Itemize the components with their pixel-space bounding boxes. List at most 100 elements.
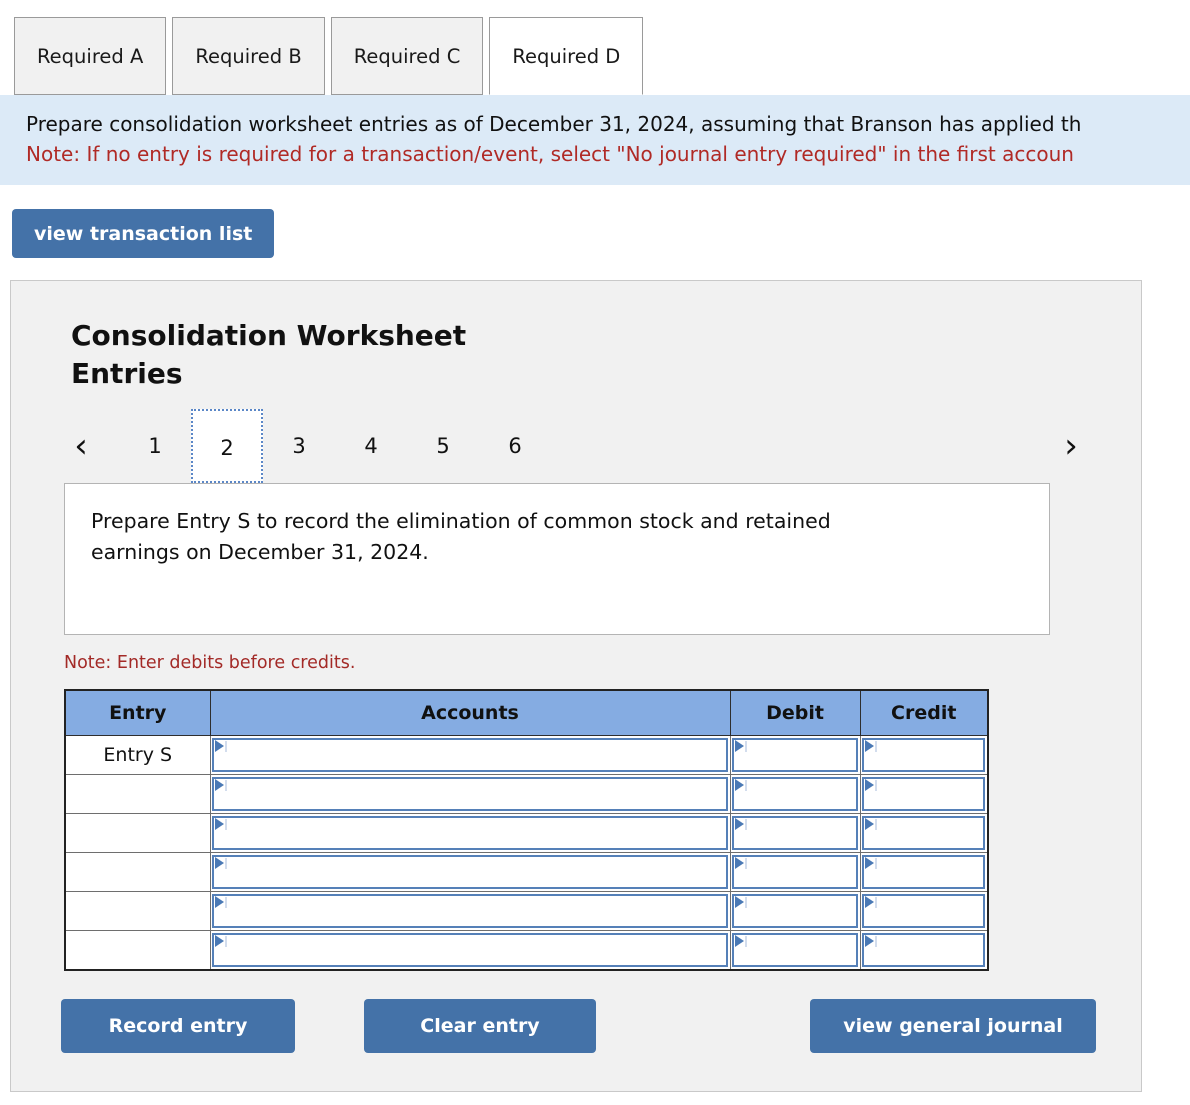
debit-input[interactable] bbox=[731, 815, 858, 850]
table-row bbox=[64, 774, 989, 814]
pager-page-6[interactable]: 6 bbox=[479, 407, 551, 485]
table-header-row: Entry Accounts Debit Credit bbox=[64, 689, 989, 736]
debit-cell bbox=[729, 852, 861, 892]
tab-label: Required A bbox=[37, 44, 144, 68]
tab-required-b[interactable]: Required B bbox=[172, 17, 325, 95]
accounts-cell bbox=[209, 930, 731, 971]
credit-cell bbox=[859, 852, 989, 892]
accounts-cell bbox=[209, 735, 731, 775]
debit-input[interactable] bbox=[731, 854, 858, 889]
entry-label-cell bbox=[64, 813, 211, 853]
accounts-cell bbox=[209, 852, 731, 892]
caret-stem bbox=[744, 896, 747, 908]
banner-instruction-text: Prepare consolidation worksheet entries … bbox=[26, 112, 1082, 136]
entry-label-cell bbox=[64, 930, 211, 971]
credit-cell bbox=[859, 891, 989, 931]
credit-input[interactable] bbox=[861, 932, 985, 967]
caret-right-icon bbox=[214, 934, 224, 947]
caret-right-icon bbox=[734, 778, 744, 791]
caret-right-icon bbox=[214, 817, 224, 830]
caret-stem bbox=[224, 857, 227, 869]
caret-right-icon bbox=[214, 856, 224, 869]
accounts-select[interactable] bbox=[211, 932, 728, 967]
accounts-cell bbox=[209, 774, 731, 814]
debit-cell bbox=[729, 930, 861, 971]
credit-input[interactable] bbox=[861, 815, 985, 850]
credit-cell bbox=[859, 930, 989, 971]
table-row bbox=[64, 891, 989, 931]
tab-required-a[interactable]: Required A bbox=[14, 17, 167, 95]
debit-input[interactable] bbox=[731, 776, 858, 811]
caret-right-icon bbox=[214, 778, 224, 791]
view-general-journal-button[interactable]: view general journal bbox=[810, 999, 1096, 1053]
accounts-select[interactable] bbox=[211, 776, 728, 811]
caret-stem bbox=[224, 935, 227, 947]
debit-input[interactable] bbox=[731, 893, 858, 928]
debit-input[interactable] bbox=[731, 932, 858, 967]
credit-input[interactable] bbox=[861, 854, 985, 889]
caret-stem bbox=[744, 935, 747, 947]
debit-cell bbox=[729, 774, 861, 814]
accounts-select[interactable] bbox=[211, 737, 728, 772]
entry-instruction-text: Prepare Entry S to record the eliminatio… bbox=[91, 509, 831, 564]
chevron-right-icon[interactable]: › bbox=[1051, 429, 1091, 463]
view-transaction-list-button[interactable]: view transaction list bbox=[12, 209, 275, 258]
accounts-select[interactable] bbox=[211, 854, 728, 889]
pager-page-5[interactable]: 5 bbox=[407, 407, 479, 485]
instruction-banner: Prepare consolidation worksheet entries … bbox=[0, 95, 1190, 185]
entry-instruction-box: Prepare Entry S to record the eliminatio… bbox=[64, 483, 1050, 635]
caret-right-icon bbox=[864, 778, 874, 791]
caret-right-icon bbox=[734, 739, 744, 752]
caret-stem bbox=[224, 818, 227, 830]
table-row bbox=[64, 852, 989, 892]
entry-label-cell bbox=[64, 891, 211, 931]
column-header-credit: Credit bbox=[859, 689, 989, 736]
journal-entry-table: Entry Accounts Debit Credit Entry S bbox=[64, 689, 989, 971]
credit-cell bbox=[859, 735, 989, 775]
caret-right-icon bbox=[864, 934, 874, 947]
accounts-select[interactable] bbox=[211, 893, 728, 928]
caret-stem bbox=[744, 857, 747, 869]
credit-cell bbox=[859, 774, 989, 814]
accounts-select[interactable] bbox=[211, 815, 728, 850]
pager-page-1[interactable]: 1 bbox=[119, 407, 191, 485]
caret-right-icon bbox=[864, 739, 874, 752]
pager-page-4[interactable]: 4 bbox=[335, 407, 407, 485]
caret-stem bbox=[744, 779, 747, 791]
caret-right-icon bbox=[214, 895, 224, 908]
caret-right-icon bbox=[864, 895, 874, 908]
accounts-cell bbox=[209, 813, 731, 853]
caret-stem bbox=[874, 896, 877, 908]
caret-right-icon bbox=[214, 739, 224, 752]
entry-label-cell bbox=[64, 852, 211, 892]
page-title: Consolidation Worksheet Entries bbox=[71, 319, 467, 390]
entry-label-cell: Entry S bbox=[64, 735, 211, 775]
debit-cell bbox=[729, 735, 861, 775]
caret-stem bbox=[224, 740, 227, 752]
tab-required-d[interactable]: Required D bbox=[489, 17, 644, 95]
caret-right-icon bbox=[734, 895, 744, 908]
clear-entry-button[interactable]: Clear entry bbox=[364, 999, 596, 1053]
caret-stem bbox=[874, 740, 877, 752]
caret-stem bbox=[874, 818, 877, 830]
chevron-left-icon[interactable]: ‹ bbox=[61, 429, 101, 463]
credit-input[interactable] bbox=[861, 737, 985, 772]
debit-cell bbox=[729, 891, 861, 931]
tab-label: Required C bbox=[353, 44, 461, 68]
tab-required-c[interactable]: Required C bbox=[330, 17, 484, 95]
caret-stem bbox=[874, 779, 877, 791]
toolbar: view transaction list bbox=[0, 185, 1190, 258]
tab-label: Required D bbox=[512, 44, 621, 68]
required-tabs: Required A Required B Required C Require… bbox=[0, 0, 1190, 95]
debit-input[interactable] bbox=[731, 737, 858, 772]
column-header-accounts: Accounts bbox=[209, 689, 731, 736]
pager-page-2[interactable]: 2 bbox=[191, 409, 263, 483]
column-header-debit: Debit bbox=[729, 689, 861, 736]
caret-right-icon bbox=[864, 817, 874, 830]
record-entry-button[interactable]: Record entry bbox=[61, 999, 295, 1053]
credit-input[interactable] bbox=[861, 893, 985, 928]
credit-input[interactable] bbox=[861, 776, 985, 811]
caret-right-icon bbox=[734, 934, 744, 947]
pager-page-3[interactable]: 3 bbox=[263, 407, 335, 485]
debit-cell bbox=[729, 813, 861, 853]
